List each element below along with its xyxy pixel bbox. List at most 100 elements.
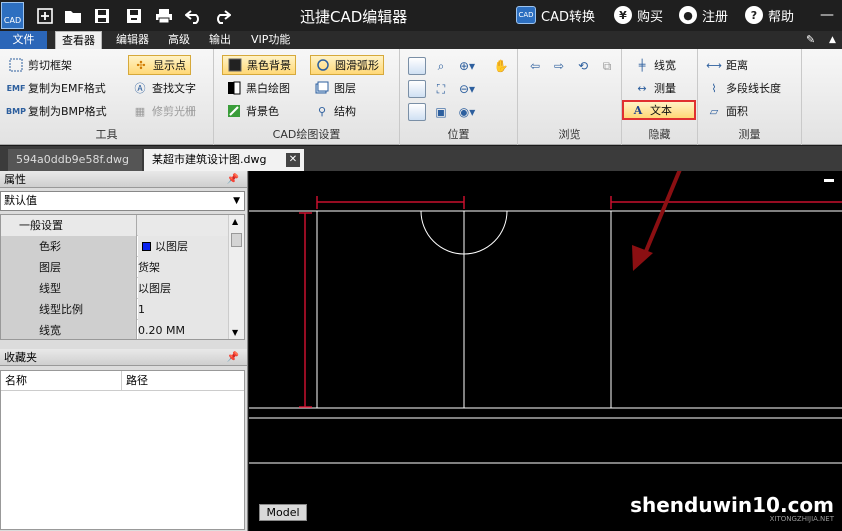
close-tab-icon[interactable]: ✕ bbox=[286, 153, 300, 167]
structure-button[interactable]: ⚲ 结构 bbox=[314, 101, 356, 121]
refresh-view-icon[interactable]: ⟲ bbox=[574, 57, 592, 75]
new-file-icon[interactable] bbox=[35, 6, 55, 26]
property-row[interactable]: 图层 货架 bbox=[1, 257, 229, 278]
category-label: 一般设置 bbox=[1, 215, 137, 236]
pan-hand-icon[interactable]: ✋ bbox=[492, 57, 510, 75]
property-value[interactable]: 以图层 bbox=[138, 236, 229, 257]
bg-color-button[interactable]: 背景色 bbox=[226, 101, 279, 121]
restore-view-icon[interactable]: ⧉ bbox=[598, 57, 616, 75]
emf-icon: EMF bbox=[6, 83, 26, 93]
previous-arrow-icon[interactable]: ⇦ bbox=[526, 57, 544, 75]
menu-vip[interactable]: VIP功能 bbox=[245, 31, 296, 49]
menu-bar: 文件 查看器 编辑器 高级 输出 VIP功能 ✎ ▲ bbox=[0, 31, 842, 50]
zoom-in-icon[interactable]: ⊕▾ bbox=[458, 57, 476, 75]
bw-draw-button[interactable]: 黑白绘图 bbox=[226, 78, 290, 98]
orbit-icon[interactable]: ◉▾ bbox=[458, 103, 476, 121]
property-value[interactable]: 以图层 bbox=[138, 278, 229, 299]
group-cad-settings-label: CAD绘图设置 bbox=[272, 128, 341, 141]
line-width-button[interactable]: ╪ 线宽 bbox=[634, 55, 676, 75]
document-tabs: 594a0ddb9e58f.dwg 某超市建筑设计图.dwg ✕ bbox=[0, 146, 842, 171]
model-tab[interactable]: Model bbox=[259, 504, 307, 521]
3d-view-icon[interactable] bbox=[408, 103, 426, 121]
copy-bmp-button[interactable]: BMP 复制为BMP格式 bbox=[6, 101, 107, 121]
next-arrow-icon[interactable]: ⇨ bbox=[550, 57, 568, 75]
properties-selector[interactable]: 默认值 ▼ bbox=[0, 191, 245, 211]
layers-button[interactable]: 图层 bbox=[314, 78, 356, 98]
property-value[interactable]: 货架 bbox=[138, 257, 229, 278]
tab-document-1[interactable]: 594a0ddb9e58f.dwg bbox=[8, 149, 142, 171]
minimize-icon[interactable]: — bbox=[816, 4, 838, 26]
find-text-button[interactable]: Ⓐ 查找文字 bbox=[132, 78, 197, 98]
trim-raster-button[interactable]: ▦ 修剪光栅 bbox=[132, 101, 196, 121]
pin-icon[interactable]: 📌 bbox=[227, 171, 239, 188]
properties-selector-value: 默认值 bbox=[4, 194, 37, 207]
drawing-canvas[interactable]: Model shenduwin10.com XITONGZHIJIA.NET bbox=[249, 171, 842, 531]
zoom-window-icon[interactable] bbox=[408, 57, 426, 75]
help-icon: ? bbox=[745, 6, 763, 24]
black-bg-button[interactable]: 黑色背景 bbox=[222, 55, 296, 75]
scroll-up-icon[interactable]: ▲ bbox=[232, 217, 238, 226]
group-browse: ⇦ ⇨ ⟲ ⧉ 浏览 bbox=[518, 49, 622, 145]
print-icon[interactable] bbox=[154, 6, 174, 26]
find-text-icon: Ⓐ bbox=[134, 82, 146, 95]
buy-button[interactable]: ¥ 购买 bbox=[614, 5, 663, 25]
polyline-length-button[interactable]: ⌇ 多段线长度 bbox=[706, 78, 781, 98]
favorites-header: 收藏夹 📌 bbox=[0, 349, 247, 366]
save-icon[interactable] bbox=[92, 6, 112, 26]
show-points-icon: ✣ bbox=[136, 58, 146, 72]
bw-draw-label: 黑白绘图 bbox=[246, 82, 290, 95]
register-button[interactable]: ● 注册 bbox=[679, 5, 728, 25]
fit-extents-icon[interactable]: ⛶ bbox=[432, 80, 450, 98]
pen-icon[interactable]: ✎ bbox=[800, 31, 821, 49]
watermark: shenduwin10.com XITONGZHIJIA.NET bbox=[630, 493, 834, 523]
bw-draw-icon bbox=[226, 80, 242, 96]
menu-editor[interactable]: 编辑器 bbox=[110, 31, 155, 49]
cad-convert-button[interactable]: CAD CAD转换 bbox=[516, 5, 595, 25]
properties-scrollbar[interactable]: ▲ ▼ bbox=[228, 215, 244, 339]
zoom-realtime-icon[interactable]: ⌕ bbox=[432, 57, 450, 75]
center-view-icon[interactable]: ▣ bbox=[432, 103, 450, 121]
zoom-out-icon[interactable]: ⊖▾ bbox=[458, 80, 476, 98]
open-folder-icon[interactable] bbox=[63, 6, 83, 26]
area-button[interactable]: ▱ 面积 bbox=[706, 101, 748, 121]
hide-measure-label: 测量 bbox=[654, 82, 676, 95]
hide-measure-button[interactable]: ↔ 测量 bbox=[634, 78, 676, 98]
property-row[interactable]: 线型 以图层 bbox=[1, 278, 229, 299]
annotation-arrow-head bbox=[632, 245, 653, 271]
property-value[interactable]: 0.20 MM bbox=[138, 320, 229, 339]
annotation-arrow-shaft bbox=[642, 171, 682, 257]
column-header-name[interactable]: 名称 bbox=[1, 371, 122, 391]
smooth-arc-button[interactable]: 圆滑弧形 bbox=[310, 55, 384, 75]
scroll-thumb[interactable] bbox=[231, 233, 242, 247]
menu-output[interactable]: 输出 bbox=[203, 31, 237, 49]
redo-icon[interactable] bbox=[212, 6, 232, 26]
distance-button[interactable]: ⟷ 距离 bbox=[706, 55, 748, 75]
tab-document-2[interactable]: 某超市建筑设计图.dwg ✕ bbox=[144, 149, 304, 171]
pin-icon[interactable]: 📌 bbox=[227, 349, 239, 366]
collapse-ribbon-icon[interactable]: ▲ bbox=[823, 31, 842, 49]
property-row[interactable]: 线型比例 1 bbox=[1, 299, 229, 320]
category-row[interactable]: − 一般设置 bbox=[1, 215, 229, 236]
clip-frame-button[interactable]: 剪切框架 bbox=[8, 55, 72, 75]
menu-file[interactable]: 文件 bbox=[0, 31, 47, 49]
group-browse-label: 浏览 bbox=[558, 128, 581, 141]
property-key: 色彩 bbox=[1, 236, 137, 257]
help-button[interactable]: ? 帮助 bbox=[745, 5, 794, 25]
text-toggle-button[interactable]: A 文本 bbox=[622, 100, 696, 120]
copy-emf-button[interactable]: EMF 复制为EMF格式 bbox=[6, 78, 106, 98]
property-row[interactable]: 线宽 0.20 MM bbox=[1, 320, 229, 339]
fit-drawing-icon[interactable] bbox=[408, 80, 426, 98]
property-row[interactable]: 色彩 以图层 bbox=[1, 236, 229, 257]
property-value[interactable]: 1 bbox=[138, 299, 229, 320]
menu-advanced[interactable]: 高级 bbox=[162, 31, 196, 49]
show-points-button[interactable]: ✣ 显示点 bbox=[128, 55, 191, 75]
undo-icon[interactable] bbox=[184, 6, 204, 26]
menu-viewer[interactable]: 查看器 bbox=[55, 31, 102, 50]
clip-frame-icon bbox=[8, 57, 24, 73]
save-as-icon[interactable] bbox=[124, 6, 144, 26]
app-logo[interactable]: CAD bbox=[1, 2, 24, 29]
area-icon: ▱ bbox=[709, 104, 719, 118]
scroll-down-icon[interactable]: ▼ bbox=[232, 328, 238, 337]
tab-document-2-label: 某超市建筑设计图.dwg bbox=[152, 153, 267, 166]
column-header-path[interactable]: 路径 bbox=[122, 371, 244, 391]
